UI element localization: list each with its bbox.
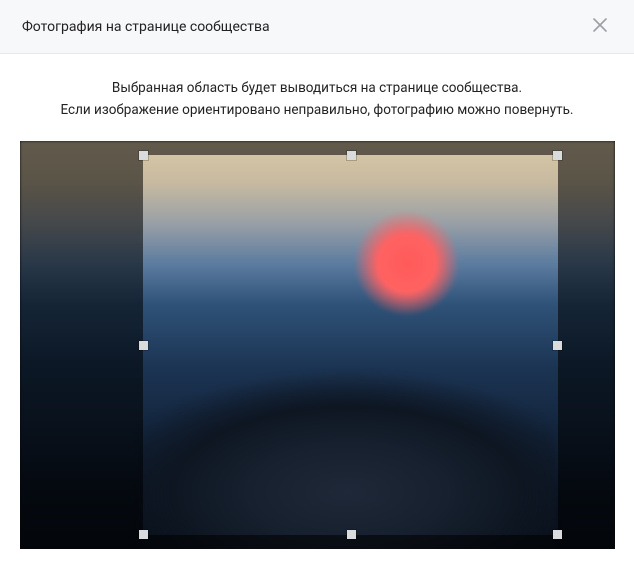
crop-dialog: Фотография на странице сообщества Выбран…	[0, 0, 634, 549]
dialog-title: Фотография на странице сообщества	[22, 19, 270, 35]
crop-handle-top-left[interactable]	[139, 151, 148, 160]
image-crop-area	[20, 141, 615, 549]
crop-selection[interactable]	[143, 155, 558, 535]
instruction-line-2: Если изображение ориентировано неправиль…	[40, 100, 594, 122]
close-button[interactable]	[588, 15, 612, 39]
crop-handle-top-middle[interactable]	[347, 151, 356, 160]
crop-mask-right	[558, 141, 615, 549]
instruction-line-1: Выбранная область будет выводиться на ст…	[40, 78, 594, 100]
crop-overlay	[20, 141, 615, 549]
dialog-header: Фотография на странице сообщества	[0, 0, 634, 54]
crop-handle-bottom-left[interactable]	[139, 530, 148, 539]
crop-handle-bottom-middle[interactable]	[347, 530, 356, 539]
crop-mask-left	[20, 141, 143, 549]
crop-handle-middle-right[interactable]	[553, 341, 562, 350]
crop-handle-bottom-right[interactable]	[553, 530, 562, 539]
close-icon	[592, 17, 608, 37]
instructions: Выбранная область будет выводиться на ст…	[0, 54, 634, 141]
crop-handle-middle-left[interactable]	[139, 341, 148, 350]
crop-handle-top-right[interactable]	[553, 151, 562, 160]
